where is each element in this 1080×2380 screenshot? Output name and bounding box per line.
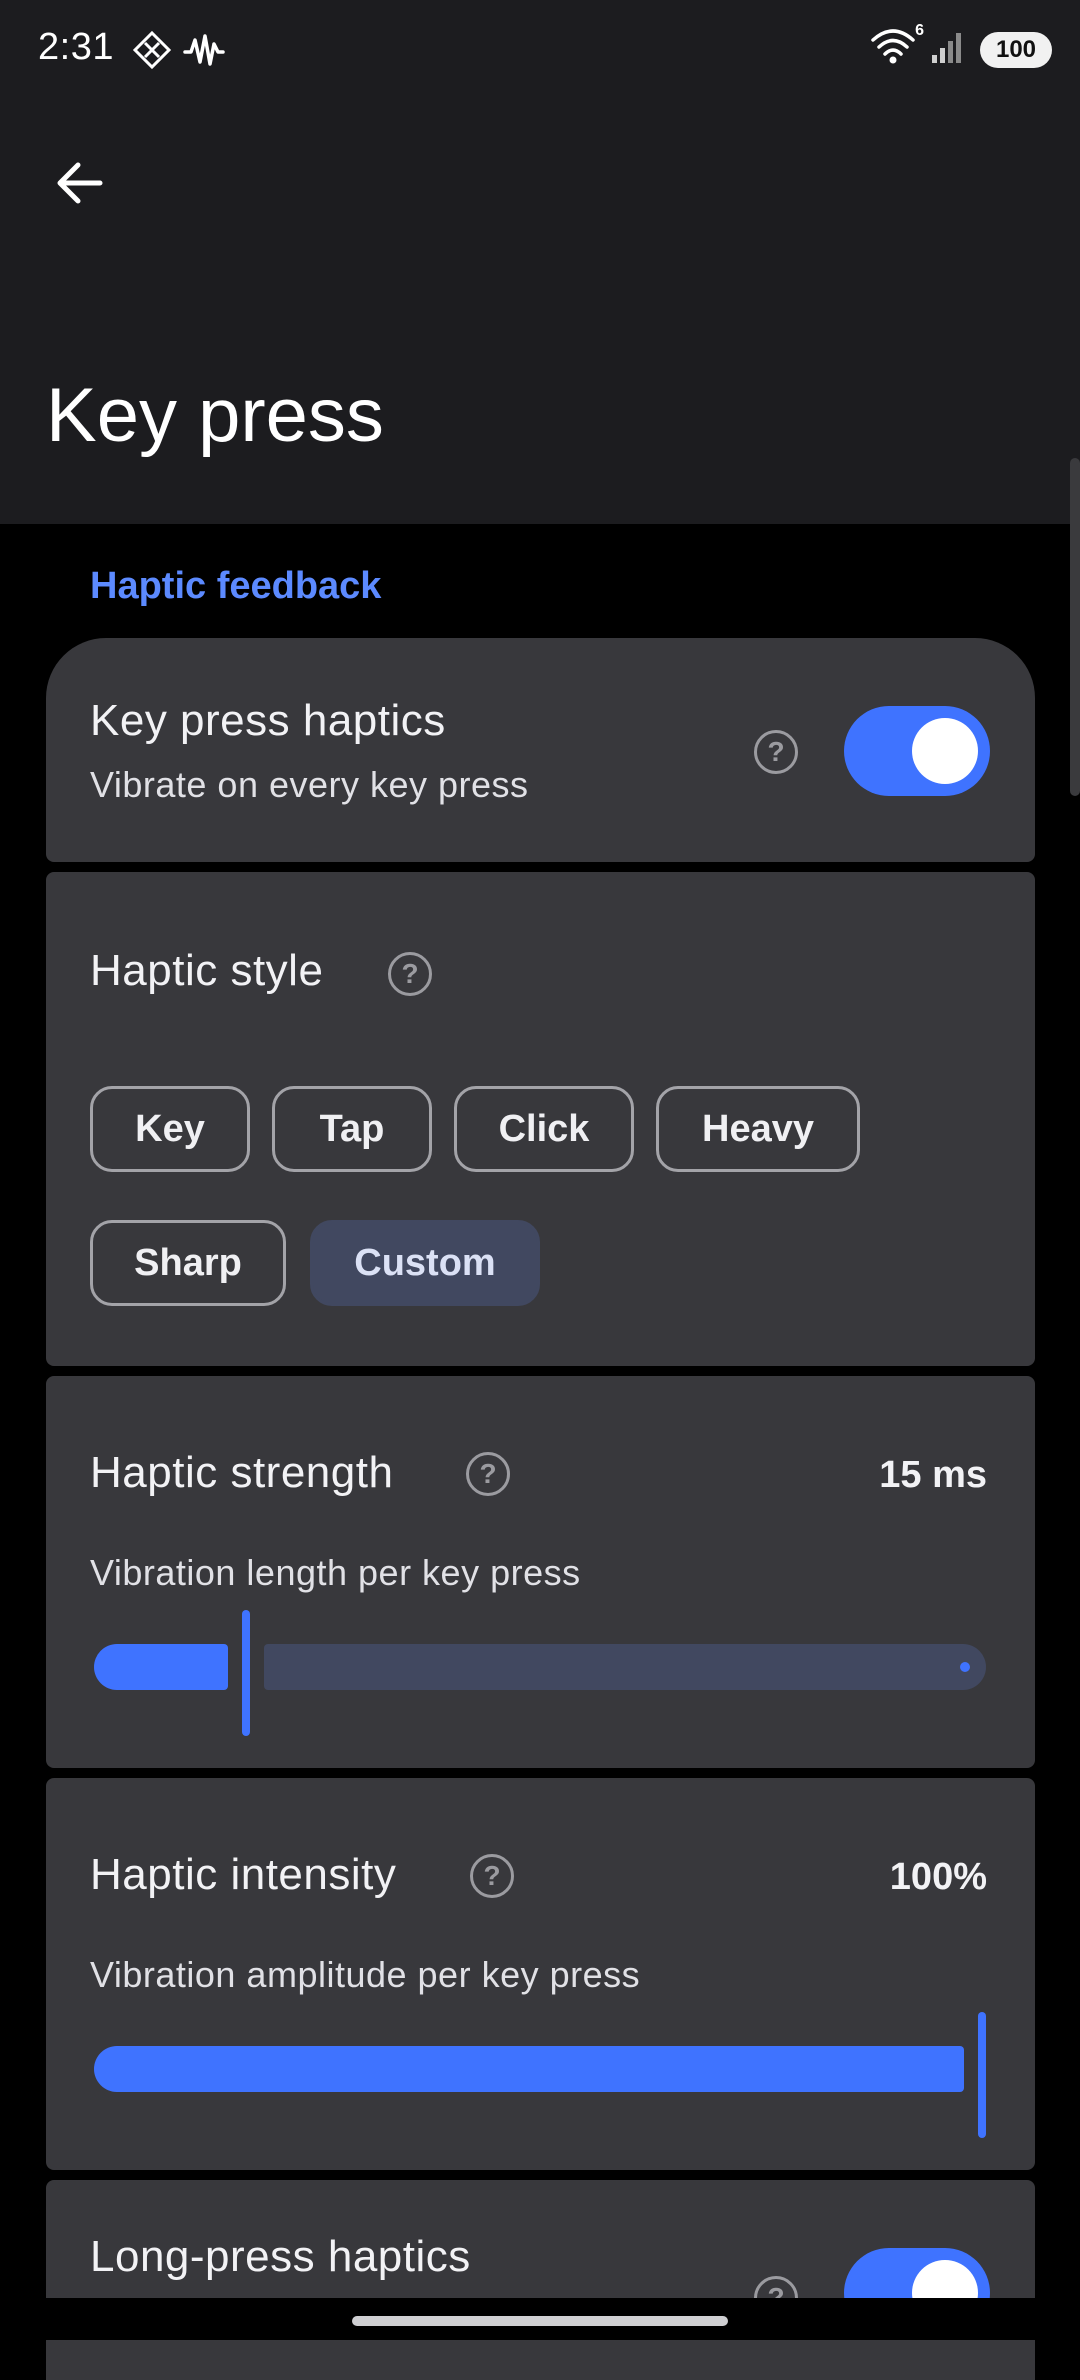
page-title: Key press [46, 373, 384, 458]
slider-thumb[interactable] [241, 1610, 250, 1736]
haptic-intensity-title: Haptic intensity [90, 1850, 397, 1899]
key-press-haptics-toggle[interactable] [844, 706, 990, 796]
help-icon[interactable]: ? [466, 1452, 510, 1496]
scrollbar[interactable] [1070, 458, 1080, 796]
app-diamond-icon [132, 30, 172, 75]
slider-active-track [94, 1644, 228, 1690]
haptic-strength-value: 15 ms [879, 1454, 987, 1496]
wifi-badge: 6 [915, 22, 924, 39]
haptic-intensity-slider[interactable] [94, 2012, 986, 2138]
status-time: 2:31 [38, 26, 114, 68]
style-chip-key[interactable]: Key [90, 1086, 250, 1172]
key-press-haptics-subtitle: Vibrate on every key press [90, 764, 529, 805]
battery-icon: 100 [980, 31, 1052, 68]
style-chip-sharp[interactable]: Sharp [90, 1220, 286, 1306]
signal-icon [930, 29, 966, 70]
key-press-haptics-title: Key press haptics [90, 696, 446, 745]
style-chip-heavy[interactable]: Heavy [656, 1086, 860, 1172]
key-press-haptics-row[interactable]: Key press haptics Vibrate on every key p… [46, 638, 1035, 862]
haptic-strength-card: Haptic strength ? 15 ms Vibration length… [46, 1376, 1035, 1768]
haptic-strength-subtitle: Vibration length per key press [90, 1552, 581, 1593]
style-chip-tap[interactable]: Tap [272, 1086, 432, 1172]
status-left-icons [132, 30, 226, 75]
help-icon[interactable]: ? [388, 952, 432, 996]
back-button[interactable] [44, 150, 114, 220]
slider-active-track [94, 2046, 964, 2092]
haptic-intensity-subtitle: Vibration amplitude per key press [90, 1954, 641, 1995]
toggle-knob [912, 718, 978, 784]
style-chip-click[interactable]: Click [454, 1086, 634, 1172]
long-press-haptics-row[interactable]: Long-press haptics ? [46, 2180, 1035, 2380]
haptic-style-title: Haptic style [90, 946, 324, 995]
gesture-nav-handle[interactable] [352, 2316, 728, 2326]
long-press-haptics-title: Long-press haptics [90, 2232, 471, 2281]
style-chip-custom[interactable]: Custom [310, 1220, 540, 1306]
top-app-bar: 2:31 6 100 Key press [0, 0, 1080, 524]
haptic-strength-title: Haptic strength [90, 1448, 394, 1497]
slider-inactive-track [263, 1644, 986, 1690]
wifi-icon: 6 [870, 22, 924, 71]
haptic-intensity-value: 100% [889, 1856, 987, 1898]
arrow-left-icon [52, 156, 106, 215]
slider-thumb[interactable] [978, 2012, 986, 2138]
haptic-style-card: Haptic style ? Key Tap Click Heavy Sharp… [46, 872, 1035, 1366]
help-icon[interactable]: ? [754, 730, 798, 774]
status-right-icons: 6 100 [870, 22, 1052, 71]
help-icon[interactable]: ? [470, 1854, 514, 1898]
section-header: Haptic feedback [90, 565, 382, 607]
activity-wave-icon [182, 30, 226, 75]
slider-stop-indicator [960, 1662, 970, 1672]
haptic-intensity-card: Haptic intensity ? 100% Vibration amplit… [46, 1778, 1035, 2170]
haptic-strength-slider[interactable] [94, 1610, 986, 1736]
